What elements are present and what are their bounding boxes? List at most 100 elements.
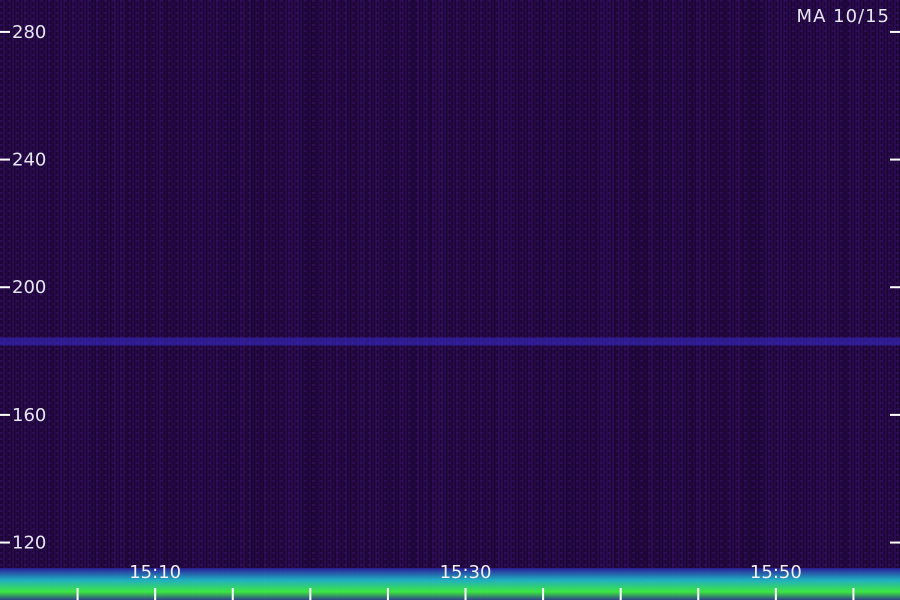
noise-streak [60,0,62,600]
noise-streak [699,0,701,600]
noise-streak [318,0,320,600]
noise-streak [330,0,332,600]
noise-streak [537,0,539,600]
noise-streak [24,0,26,600]
noise-streak [864,0,866,600]
noise-streak [201,0,203,600]
noise-streak [444,0,446,600]
noise-streak [36,0,38,600]
noise-streak [819,0,821,600]
noise-streak [852,0,854,600]
noise-streak [630,0,632,600]
noise-streak [873,0,875,600]
noise-streak [162,0,164,600]
noise-streak [234,0,236,600]
noise-streak [405,0,407,600]
noise-streak [837,0,839,600]
noise-streak [585,0,587,600]
noise-streak [165,0,167,600]
noise-streak [801,0,803,600]
noise-streak [855,0,857,600]
noise-streak [309,0,311,600]
noise-streak [204,0,206,600]
noise-streak [588,0,590,600]
noise-streak [231,0,233,600]
noise-streak [132,0,134,600]
noise-streak [372,0,374,600]
noise-streak [291,0,293,600]
noise-streak [435,0,437,600]
noise-streak [747,0,749,600]
noise-streak [270,0,272,600]
noise-streak [195,0,197,600]
noise-streak [426,0,428,600]
noise-streak [369,0,371,600]
noise-streak [519,0,521,600]
noise-streak [420,0,422,600]
y-tick-label: 240 [12,150,46,171]
noise-streak [456,0,458,600]
noise-streak [432,0,434,600]
noise-streak [378,0,380,600]
noise-streak [504,0,506,600]
noise-streak [795,0,797,600]
noise-streak [354,0,356,600]
noise-streak [15,0,17,600]
noise-streak [411,0,413,600]
noise-streak [447,0,449,600]
noise-streak [882,0,884,600]
noise-streak [189,0,191,600]
noise-streak [3,0,5,600]
noise-streak [39,0,41,600]
noise-streak [117,0,119,600]
noise-streak [633,0,635,600]
spectrogram-plot: 280 240 200 160 120 15:10 15:30 15:50 [0,0,900,600]
noise-streak [393,0,395,600]
noise-streak [639,0,641,600]
noise-streak [129,0,131,600]
y-tick-label: 120 [12,533,46,554]
noise-streak [696,0,698,600]
noise-streak [621,0,623,600]
noise-streak [894,0,896,600]
noise-streak [345,0,347,600]
noise-streak [870,0,872,600]
noise-streak [363,0,365,600]
noise-streak [12,0,14,600]
noise-streak [462,0,464,600]
noise-streak [54,0,56,600]
noise-streak [105,0,107,600]
noise-streak [33,0,35,600]
noise-streak [297,0,299,600]
noise-streak [897,0,899,600]
noise-streak [525,0,527,600]
noise-streak [111,0,113,600]
noise-streak [885,0,887,600]
noise-streak [339,0,341,600]
noise-streak [264,0,266,600]
noise-streak [243,0,245,600]
chart-title: MA 10/15 [796,6,890,27]
noise-streak [765,0,767,600]
noise-streak [150,0,152,600]
noise-streak [402,0,404,600]
noise-streak [366,0,368,600]
noise-streak [57,0,59,600]
noise-streak [18,0,20,600]
noise-streak [258,0,260,600]
noise-streak [669,0,671,600]
noise-streak [126,0,128,600]
noise-streak [423,0,425,600]
noise-streak [858,0,860,600]
noise-streak [273,0,275,600]
noise-streak [555,0,557,600]
noise-streak [213,0,215,600]
noise-streak [606,0,608,600]
noise-streak [384,0,386,600]
noise-streak [177,0,179,600]
noise-streak [225,0,227,600]
noise-streak [552,0,554,600]
noise-streak [645,0,647,600]
noise-streak [705,0,707,600]
noise-streak [726,0,728,600]
